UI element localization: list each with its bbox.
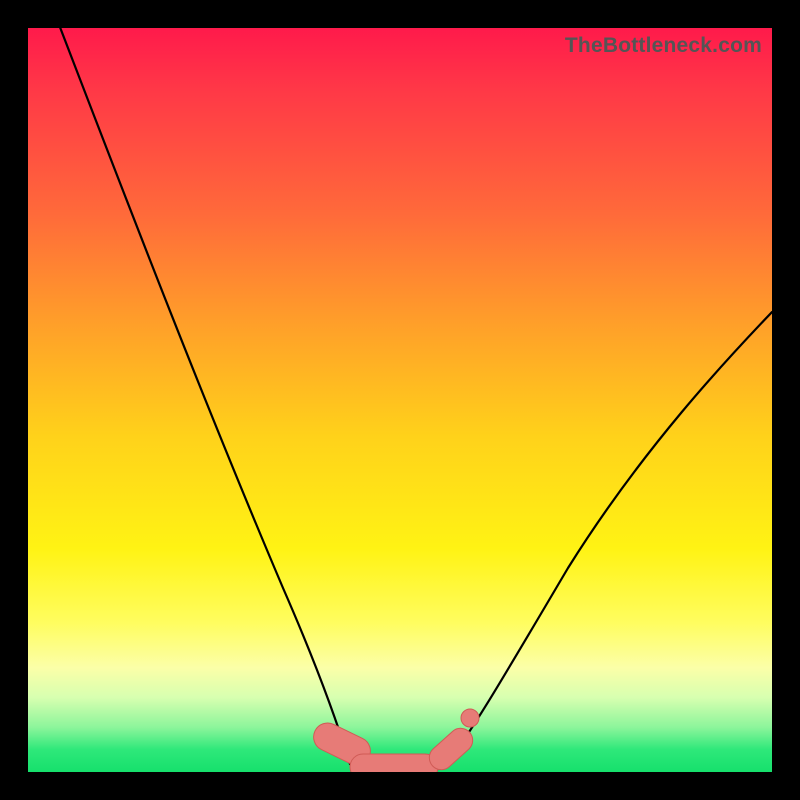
chart-svg — [28, 28, 772, 772]
outer-frame: TheBottleneck.com — [0, 0, 800, 800]
plot-area: TheBottleneck.com — [28, 28, 772, 772]
curve-right-branch — [446, 312, 772, 764]
marker-bottom-pill — [350, 754, 438, 772]
curve-left-branch — [58, 28, 350, 764]
marker-right-dot — [461, 709, 479, 727]
